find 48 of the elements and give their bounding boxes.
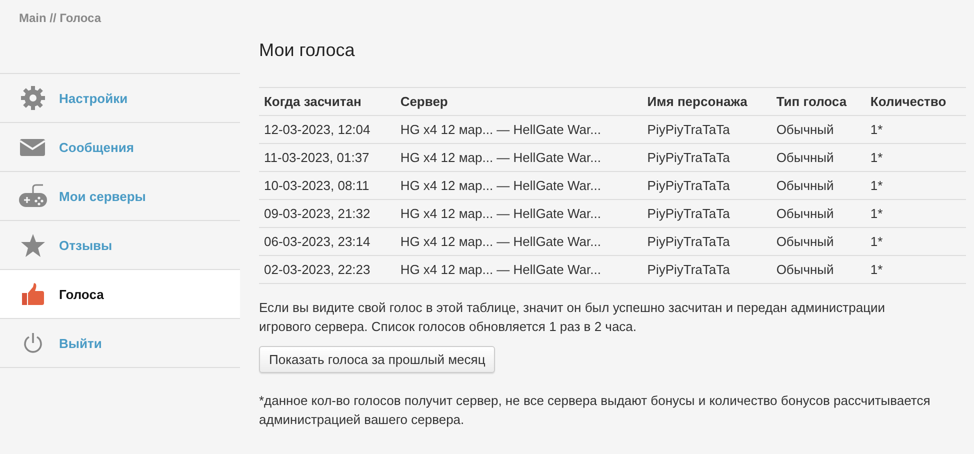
column-header: Сервер	[395, 88, 642, 116]
power-icon	[22, 332, 42, 354]
table-cell: 1*	[865, 256, 966, 284]
column-header: Тип голоса	[771, 88, 866, 116]
table-cell: PiyPiyTraTaTa	[642, 228, 772, 256]
page-title: Мои голоса	[259, 40, 356, 61]
table-cell: 1*	[865, 172, 966, 200]
column-header: Количество	[865, 88, 966, 116]
sidebar-item[interactable]: Голоса	[0, 269, 240, 318]
table-cell: 06-03-2023, 23:14	[259, 228, 396, 256]
column-header: Имя персонажа	[642, 88, 772, 116]
table-cell: 09-03-2023, 21:32	[259, 200, 396, 228]
table-cell: 02-03-2023, 22:23	[259, 256, 396, 284]
table-cell: PiyPiyTraTaTa	[642, 172, 772, 200]
star-icon	[20, 234, 44, 256]
footnote: *данное кол-во голосов получит сервер, не все сервера выдают бонусы и количество бонусов рассчитывается администрацией вашего сервера.	[259, 392, 932, 429]
table-cell: HG x4 12 мар... — HellGate War...	[395, 228, 642, 256]
table-cell: Обычный	[771, 144, 866, 172]
gamepad-icon	[18, 184, 46, 208]
sidebar-item[interactable]: Выйти	[0, 318, 240, 368]
table-cell: 1*	[865, 228, 966, 256]
breadcrumb: Main // Голоса	[18, 10, 102, 27]
table-cell: Обычный	[771, 200, 866, 228]
table-cell: HG x4 12 мар... — HellGate War...	[395, 144, 642, 172]
table-cell: 12-03-2023, 12:04	[259, 116, 396, 144]
table-cell: HG x4 12 мар... — HellGate War...	[395, 200, 642, 228]
table-cell: PiyPiyTraTaTa	[642, 200, 772, 228]
envelope-icon	[20, 138, 45, 156]
info-text: Если вы видите свой голос в этой таблице, значит он был успешно засчитан и передан администрации игрового сервера. Список голосов обновляется 1 раз в 2 часа.	[259, 299, 886, 336]
table-cell: 10-03-2023, 08:11	[259, 172, 396, 200]
column-header: Когда засчитан	[259, 88, 396, 116]
table-cell: Обычный	[771, 228, 866, 256]
table-cell: HG x4 12 мар... — HellGate War...	[395, 172, 642, 200]
table-cell: Обычный	[771, 116, 866, 144]
show-last-month-button[interactable]: Показать голоса за прошлый месяц	[259, 346, 496, 373]
table-cell: 11-03-2023, 01:37	[259, 144, 396, 172]
table-cell: 1*	[865, 200, 966, 228]
gear-icon	[20, 85, 46, 111]
table-cell: Обычный	[771, 172, 866, 200]
table-cell: HG x4 12 мар... — HellGate War...	[395, 116, 642, 144]
table-cell: Обычный	[771, 256, 866, 284]
table-cell: 1*	[865, 144, 966, 172]
table-cell: HG x4 12 мар... — HellGate War...	[395, 256, 642, 284]
table-cell: 1*	[865, 116, 966, 144]
table-cell: PiyPiyTraTaTa	[642, 144, 772, 172]
table-cell: PiyPiyTraTaTa	[642, 256, 772, 284]
thumbs-up-icon	[22, 283, 44, 305]
table-cell: PiyPiyTraTaTa	[642, 116, 772, 144]
